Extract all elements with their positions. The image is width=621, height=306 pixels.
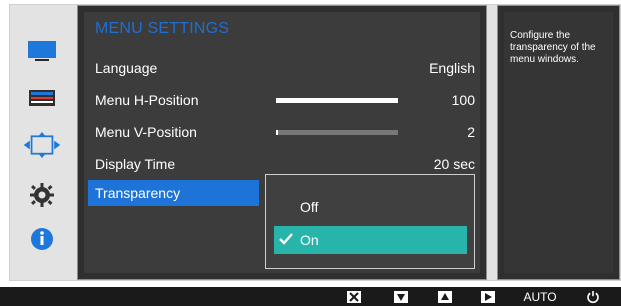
close-icon[interactable] — [346, 291, 362, 303]
menu-row-label: Menu V-Position — [95, 124, 197, 140]
menu-row-value: 2 — [467, 124, 475, 140]
menu-row-value: 20 sec — [433, 156, 475, 172]
auto-button[interactable]: AUTO — [523, 291, 557, 303]
menu-row-label: Transparency — [95, 185, 181, 201]
auto-label: AUTO — [523, 290, 557, 304]
monitor-icon[interactable] — [22, 37, 62, 65]
option-label: Off — [300, 199, 319, 215]
osd-inner: MENU SETTINGS Language English Menu H-Po… — [10, 5, 620, 280]
h-position-slider-fill — [276, 98, 398, 103]
power-icon[interactable] — [586, 291, 600, 304]
enter-icon[interactable] — [480, 291, 496, 303]
osd-frame: MENU SETTINGS Language English Menu H-Po… — [9, 4, 621, 281]
position-arrows-icon[interactable] — [22, 131, 62, 159]
menu-row-transparency[interactable]: Transparency — [88, 180, 259, 206]
menu-row-value: English — [429, 60, 475, 76]
menu-row-language[interactable]: Language English — [95, 52, 475, 84]
display-settings-icon[interactable] — [22, 84, 62, 112]
info-icon[interactable] — [22, 225, 62, 253]
menu-row-value: 100 — [451, 92, 475, 108]
gear-icon[interactable] — [22, 181, 62, 209]
footer-button-bar: AUTO — [0, 287, 621, 306]
transparency-options-popup: Off On — [265, 174, 475, 269]
menu-row-v-position[interactable]: Menu V-Position 2 — [95, 116, 475, 148]
h-position-slider[interactable] — [276, 98, 398, 103]
option-label: On — [300, 232, 319, 248]
help-panel: Configure the transparency of the menu w… — [497, 5, 620, 280]
option-on[interactable]: On — [274, 226, 467, 254]
menu-panel: MENU SETTINGS Language English Menu H-Po… — [77, 5, 487, 280]
menu-row-label: Language — [95, 60, 158, 76]
menu-row-label: Menu H-Position — [95, 92, 199, 108]
left-rail — [10, 5, 76, 280]
option-off[interactable]: Off — [274, 193, 467, 221]
up-icon[interactable] — [437, 291, 453, 303]
help-panel-inner: Configure the transparency of the menu w… — [504, 12, 613, 273]
menu-panel-inner: MENU SETTINGS Language English Menu H-Po… — [84, 12, 480, 273]
menu-title: MENU SETTINGS — [95, 20, 230, 37]
down-icon[interactable] — [393, 291, 409, 303]
v-position-slider-fill — [276, 130, 279, 135]
menu-row-label: Display Time — [95, 156, 176, 172]
v-position-slider[interactable] — [276, 130, 398, 135]
help-text: Configure the transparency of the menu w… — [510, 30, 596, 65]
menu-row-h-position[interactable]: Menu H-Position 100 — [95, 84, 475, 116]
check-icon — [278, 232, 294, 249]
